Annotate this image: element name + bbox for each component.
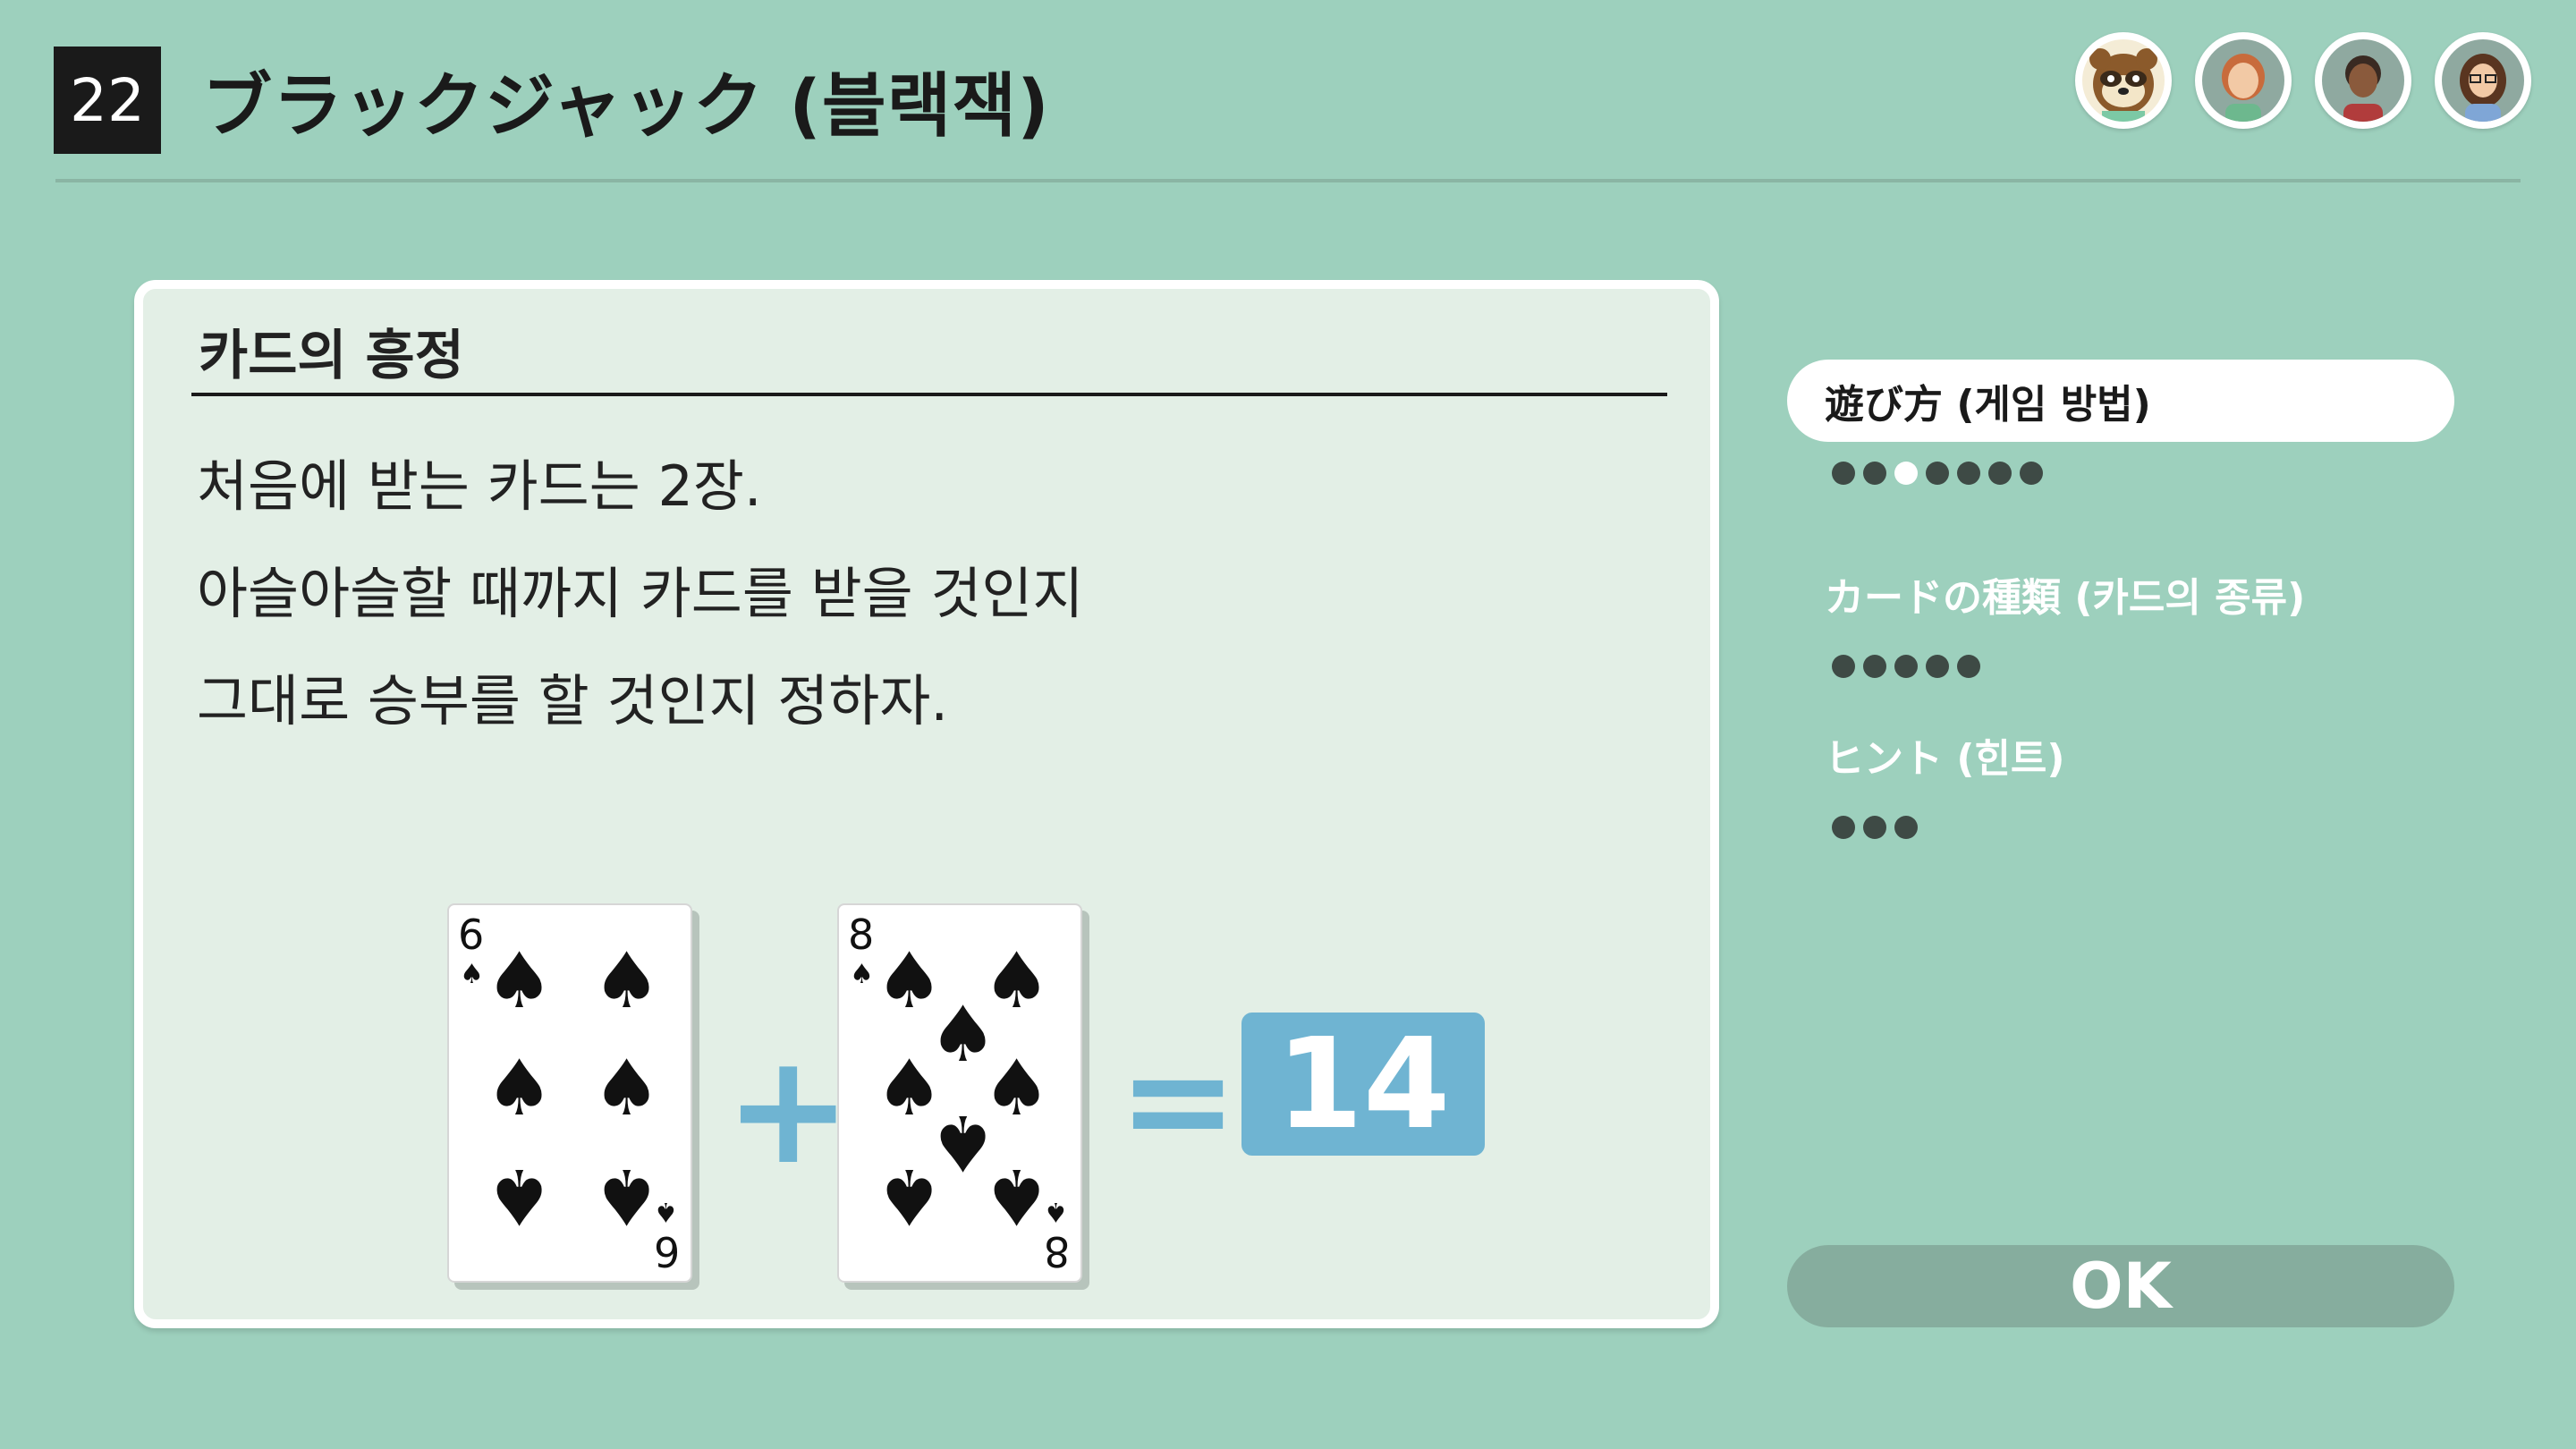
page-dot	[1926, 462, 1949, 485]
game-title: ブラックジャック (블랙잭)	[202, 66, 1050, 147]
page-dot	[1926, 655, 1949, 678]
spade-icon: ♠	[982, 1151, 1052, 1241]
raccoon-avatar	[2075, 32, 2172, 129]
card-rank: 8	[848, 911, 875, 959]
playing-card-six-of-spades: 6 ♠ ♠ ♠ ♠ ♠ ♠ ♠ ♠ 6	[447, 903, 692, 1283]
card-rank: 6	[458, 911, 485, 959]
spade-icon: ♠	[850, 959, 874, 990]
spade-icon: ♠	[1044, 1196, 1068, 1227]
page-dot	[1863, 816, 1886, 839]
page-dot	[1957, 462, 1980, 485]
card-total-box: 14	[1241, 1011, 1485, 1157]
card-rank: 6	[653, 1227, 680, 1275]
page-dot	[1863, 462, 1886, 485]
panel-title: 카드의 흥정	[199, 325, 464, 387]
person-icon	[2343, 55, 2383, 122]
header-divider	[55, 179, 2521, 182]
menu-item-how-to-play[interactable]: 遊び方 (게임 방법)	[1787, 360, 2454, 442]
equals-sign: =	[1118, 1016, 1239, 1183]
plus-sign: +	[724, 1021, 852, 1199]
rule-line-2: 아슬아슬할 때까지 카드를 받을 것인지	[197, 561, 1084, 626]
page-dot	[1832, 462, 1855, 485]
panel-divider	[191, 393, 1667, 396]
page-dot	[1832, 655, 1855, 678]
page-dot-current	[1894, 462, 1918, 485]
player-avatar-1	[2195, 32, 2292, 129]
ok-button[interactable]: OK	[1787, 1245, 2454, 1327]
person-icon	[2222, 54, 2265, 122]
page-dot	[1894, 816, 1918, 839]
player-avatars	[2075, 32, 2531, 129]
spade-icon: ♠	[654, 1196, 678, 1227]
spade-icon: ♠	[875, 1151, 945, 1241]
page-dot	[1863, 655, 1886, 678]
game-rules-screen: 22 ブラックジャック (블랙잭) 카드의 흥정 처음에 받는 카드는 2장. …	[0, 0, 2576, 1449]
page-dot	[1832, 816, 1855, 839]
page-dot	[1988, 462, 2012, 485]
spade-icon: ♠	[592, 936, 662, 1026]
spade-icon: ♠	[592, 1151, 662, 1241]
page-indicator-how-to-play	[1832, 462, 2043, 485]
spade-icon: ♠	[485, 1044, 555, 1133]
card-total: 14	[1275, 1011, 1451, 1157]
page-dot	[1894, 655, 1918, 678]
spade-icon: ♠	[485, 936, 555, 1026]
spade-icon: ♠	[460, 959, 484, 990]
page-indicator-card-types	[1832, 655, 1980, 678]
rule-line-1: 처음에 받는 카드는 2장.	[197, 453, 762, 519]
menu-item-label: 遊び方 (게임 방법)	[1825, 382, 2151, 428]
playing-card-eight-of-spades: 8 ♠ ♠ ♠ ♠ ♠ ♠ ♠ ♠ ♠ ♠ 8	[837, 903, 1082, 1283]
menu-item-card-types[interactable]: カードの種類 (카드의 종류)	[1787, 553, 2454, 635]
menu-item-hints[interactable]: ヒント (힌트)	[1787, 714, 2454, 796]
page-dot	[2020, 462, 2043, 485]
page-dot	[1957, 655, 1980, 678]
spade-icon: ♠	[485, 1151, 555, 1241]
person-icon	[2460, 54, 2506, 122]
page-indicator-hints	[1832, 816, 1918, 839]
game-number-badge: 22	[54, 47, 161, 154]
card-rank: 8	[1043, 1227, 1070, 1275]
player-avatar-3	[2435, 32, 2531, 129]
ok-button-label: OK	[2070, 1250, 2172, 1323]
menu-item-label: ヒント (힌트)	[1825, 736, 2065, 782]
player-avatar-2	[2315, 32, 2411, 129]
spade-icon: ♠	[592, 1044, 662, 1133]
rule-line-3: 그대로 승부를 할 것인지 정하자.	[197, 668, 949, 733]
menu-item-label: カードの種類 (카드의 종류)	[1825, 575, 2306, 621]
raccoon-icon	[2089, 48, 2157, 122]
game-number: 22	[70, 65, 145, 135]
